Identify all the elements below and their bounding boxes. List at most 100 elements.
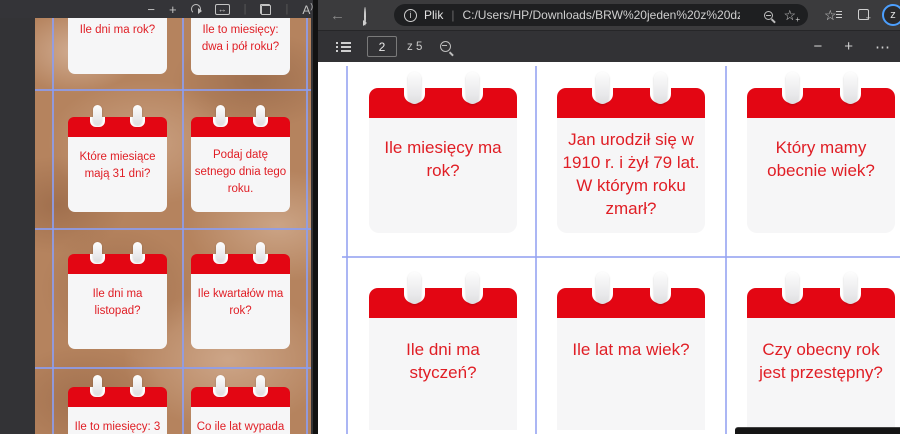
card-question: Ile to miesięcy: (191, 22, 290, 39)
calendar-card: Ile to miesięcy: 3 (68, 387, 167, 434)
card-question: Ile lat ma wiek? (557, 338, 705, 361)
calendar-ring-icon (216, 242, 225, 262)
calendar-card: Ile lat ma wiek? (557, 288, 705, 430)
browser-toolbar: ← i Plik | C:/Users/HP/Downloads/BRW%20j… (318, 0, 900, 30)
card-question: dwa i pół roku? (191, 39, 290, 56)
calendar-ring-icon (844, 72, 857, 104)
calendar-header (747, 288, 895, 318)
floating-bottom-toolbar[interactable] (735, 427, 900, 434)
calendar-header (191, 117, 290, 137)
card-question: Jan urodził się w (557, 128, 705, 151)
favorites-icon[interactable]: ☆ (824, 8, 837, 22)
refresh-icon (364, 7, 366, 26)
page-number-input[interactable] (367, 36, 397, 57)
info-icon[interactable]: i (404, 9, 417, 22)
address-divider: | (451, 8, 454, 22)
calendar-ring-icon (93, 105, 102, 125)
rotate-icon[interactable] (191, 4, 201, 14)
calendar-card: Ile dni ma styczeń? (369, 288, 517, 430)
calendar-card: Co ile lat wypada (191, 387, 290, 434)
edge-browser-window: ← i Plik | C:/Users/HP/Downloads/BRW%20j… (318, 0, 900, 434)
address-bar[interactable]: i Plik | C:/Users/HP/Downloads/BRW%20jed… (394, 4, 808, 26)
calendar-card: Ile dni ma rok? (68, 18, 167, 74)
card-question: rok? (191, 303, 290, 320)
calendar-ring-icon (133, 375, 142, 395)
zoom-in-button[interactable]: + (844, 38, 853, 55)
guide-line-vertical (52, 18, 54, 434)
refresh-button[interactable] (364, 8, 366, 26)
calendar-ring-icon (93, 375, 102, 395)
collections-icon[interactable] (858, 9, 870, 21)
calendar-header (68, 254, 167, 274)
calendar-header (369, 288, 517, 318)
calendar-ring-icon (256, 105, 265, 125)
card-question: Który mamy (747, 136, 895, 159)
card-question: mają 31 dni? (68, 166, 167, 183)
card-question: zmarł? (557, 197, 705, 220)
card-question: Podaj datę (191, 147, 290, 164)
guide-line-vertical (306, 18, 308, 434)
fit-width-icon[interactable]: ↔ (215, 4, 230, 15)
calendar-card: Ile miesięcy ma rok? (369, 88, 517, 233)
calendar-card-body: Ile to miesięcy: dwa i pół roku? (191, 18, 290, 75)
screen: − + ↔ | | A) Ile dni ma rok? (0, 0, 900, 434)
page-count-label: z 5 (407, 41, 422, 53)
file-protocol-label: Plik (424, 8, 443, 22)
calendar-ring-icon (786, 72, 799, 104)
page-view-icon[interactable] (260, 4, 271, 15)
calendar-ring-icon (256, 242, 265, 262)
calendar-ring-icon (466, 72, 479, 104)
left-pdf-window: − + ↔ | | A) Ile dni ma rok? (0, 0, 313, 434)
zoom-in-button[interactable]: + (169, 3, 177, 16)
profile-avatar[interactable]: z (882, 4, 900, 26)
calendar-header (557, 288, 705, 318)
zoom-out-button[interactable]: − (813, 38, 822, 55)
card-question: W którym roku (557, 174, 705, 197)
card-question: Ile miesięcy ma (369, 136, 517, 159)
search-icon[interactable] (440, 41, 451, 52)
calendar-card: Który mamy obecnie wiek? (747, 88, 895, 233)
cut-line-vertical (535, 66, 537, 434)
cut-line-vertical (725, 66, 727, 434)
add-favorite-icon[interactable]: ☆ (783, 8, 796, 22)
card-question: setnego dnia tego (191, 164, 290, 181)
calendar-ring-icon (408, 72, 421, 104)
card-question: Ile to miesięcy: 3 (68, 419, 167, 434)
guide-line-vertical (182, 18, 184, 434)
calendar-ring-icon (654, 72, 667, 104)
calendar-header (747, 88, 895, 118)
calendar-header (369, 88, 517, 118)
back-button[interactable]: ← (330, 8, 345, 23)
calendar-header (191, 254, 290, 274)
zoom-out-button[interactable]: − (147, 3, 155, 16)
card-question: Ile dni ma (369, 338, 517, 361)
calendar-header (557, 88, 705, 118)
card-question: Co ile lat wypada (191, 419, 290, 434)
more-options-button[interactable]: ⋯ (875, 38, 890, 56)
card-question: roku. (191, 181, 290, 198)
table-of-contents-icon[interactable] (336, 41, 351, 53)
url-text[interactable]: C:/Users/HP/Downloads/BRW%20jeden%20z%20… (462, 8, 740, 22)
calendar-card: Czy obecny rok jest przestępny? (747, 288, 895, 430)
calendar-header (68, 387, 167, 407)
calendar-ring-icon (408, 272, 421, 304)
card-question: rok? (369, 159, 517, 182)
zoom-search-icon[interactable] (764, 11, 773, 20)
calendar-card: Ile dni ma listopad? (68, 254, 167, 349)
cut-line-vertical (346, 66, 348, 434)
calendar-card: Które miesiące mają 31 dni? (68, 117, 167, 212)
calendar-ring-icon (133, 105, 142, 125)
calendar-card-body: Ile dni ma rok? (68, 18, 167, 74)
card-question: styczeń? (369, 361, 517, 384)
calendar-ring-icon (844, 272, 857, 304)
calendar-ring-icon (654, 272, 667, 304)
toolbar-divider: | (244, 3, 247, 15)
toolbar-divider: | (285, 3, 288, 15)
read-aloud-icon[interactable]: A) (302, 2, 313, 17)
calendar-ring-icon (93, 242, 102, 262)
calendar-ring-icon (466, 272, 479, 304)
pdf-toolbar: z 5 − + ⋯ (318, 30, 900, 62)
card-question: Które miesiące (68, 149, 167, 166)
card-question: obecnie wiek? (747, 159, 895, 182)
paper-background (35, 18, 311, 434)
